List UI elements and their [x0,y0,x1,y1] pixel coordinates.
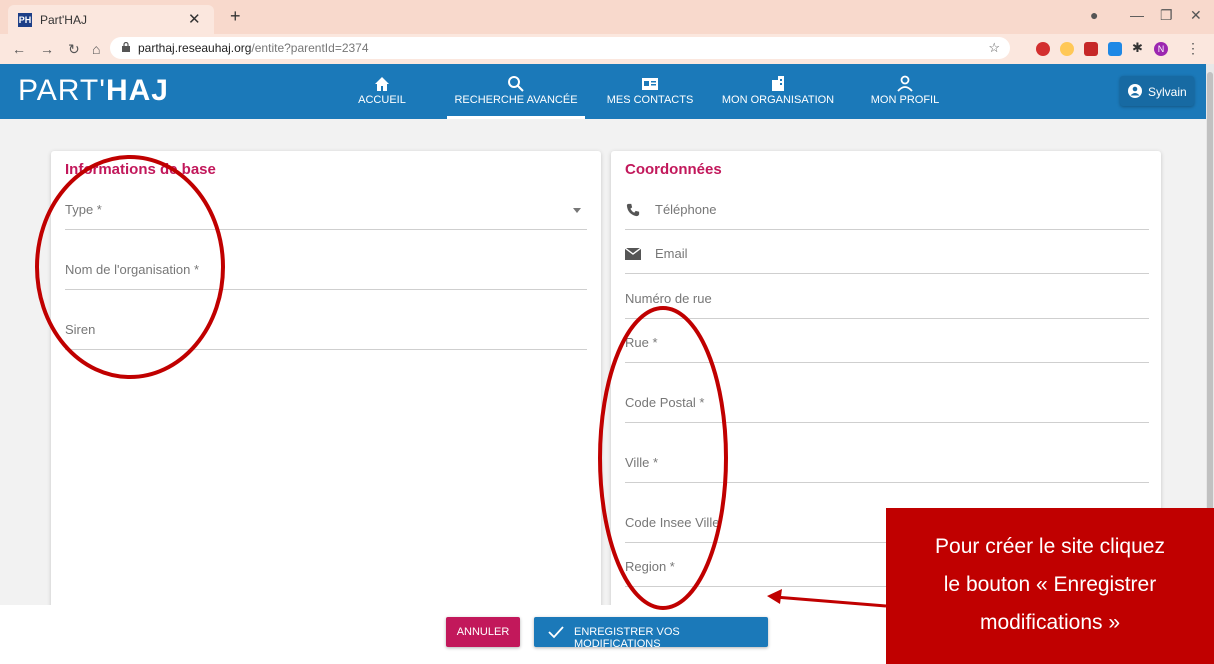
screen-extension-icon[interactable] [1108,42,1122,56]
account-dot-icon[interactable]: ● [1090,7,1098,23]
lock-icon [122,42,130,52]
phone-icon [626,203,640,217]
contact-title: Coordonnées [625,161,722,178]
nav-mon-profil[interactable]: MON PROFIL [860,70,950,119]
reload-icon[interactable]: ↻ [68,41,80,58]
browser-tab-strip: PH Part'HAJ ✕ + ● — ❐ ✕ [0,0,1214,34]
street-number-label: Numéro de rue [625,291,712,306]
nav-label: MES CONTACTS [606,94,694,106]
home-icon [375,77,389,91]
check-icon [548,626,564,639]
callout-text: Pour créer le site cliquez le bouton « E… [886,528,1214,642]
postal-code-label: Code Postal * [625,395,705,410]
city-label: Ville * [625,455,659,470]
bookmark-star-icon[interactable]: ☆ [988,40,1000,56]
siren-field[interactable]: Siren [65,291,587,350]
cancel-button[interactable]: ANNULER [446,617,520,647]
address-bar[interactable]: parthaj.reseauhaj.org/entite?parentId=23… [110,37,1010,59]
street-label: Rue * [625,335,658,350]
nav-mon-organisation[interactable]: MON ORGANISATION [718,70,838,119]
siren-label: Siren [65,322,96,337]
instruction-callout: Pour créer le site cliquez le bouton « E… [886,508,1214,664]
phone-label: Téléphone [655,202,717,217]
save-button-label: ENREGISTRER VOS MODIFICATIONS [574,626,680,650]
city-field[interactable]: Ville * [625,424,1149,483]
basic-info-card: Informations de base Type * Nom de l'org… [51,151,601,621]
organisation-name-label: Nom de l'organisation * [65,262,199,277]
account-circle-icon [1128,84,1142,98]
chevron-down-icon [573,208,581,213]
person-icon [897,75,913,92]
browser-tab[interactable]: PH Part'HAJ ✕ [8,5,214,34]
pdf-extension-icon[interactable] [1084,42,1098,56]
organisation-name-field[interactable]: Nom de l'organisation * [65,231,587,290]
user-name: Sylvain [1148,85,1187,99]
building-icon [772,76,784,91]
type-select[interactable]: Type * [65,191,587,230]
email-field[interactable]: Email [625,231,1149,274]
close-window-icon[interactable]: ✕ [1190,7,1202,24]
restore-icon[interactable]: ❐ [1160,7,1173,24]
email-icon [625,247,641,260]
contact-card-icon [642,78,658,90]
forward-icon[interactable]: → [40,41,54,57]
home-browser-icon[interactable]: ⌂ [92,41,100,57]
callout-line-1: Pour créer le site cliquez [935,535,1165,558]
region-label: Region * [625,559,675,574]
url-path: /entite?parentId=2374 [251,41,369,55]
basic-info-title: Informations de base [65,161,216,178]
callout-line-3: modifications » [979,611,1121,634]
puzzle-extension-icon[interactable]: ✱ [1132,40,1146,55]
minimize-icon[interactable]: — [1130,7,1144,23]
insee-code-label: Code Insee Ville [625,515,720,530]
site-favicon-icon: PH [18,13,32,27]
nav-label: MON PROFIL [870,94,940,106]
nav-label: ACCUEIL [358,94,406,106]
logo-text-right: HAJ [105,74,169,107]
menu-kebab-icon[interactable]: ⋮ [1186,40,1200,57]
url-domain: parthaj.reseauhaj.org [138,41,252,55]
scrollbar-thumb[interactable] [1207,72,1213,552]
browser-toolbar: ← → ↻ ⌂ parthaj.reseauhaj.org/entite?par… [0,34,1214,64]
type-label: Type * [65,202,102,217]
opera-extension-icon[interactable] [1036,42,1050,56]
street-field[interactable]: Rue * [625,320,1149,363]
back-icon[interactable]: ← [12,41,26,57]
user-menu-button[interactable]: Sylvain [1120,76,1194,106]
close-tab-icon[interactable]: ✕ [188,10,201,28]
nav-accueil[interactable]: ACCUEIL [352,70,412,119]
nav-recherche-avancee[interactable]: RECHERCHE AVANCÉE [447,70,585,119]
nav-mes-contacts[interactable]: MES CONTACTS [600,70,700,119]
nav-label: MON ORGANISATION [721,94,835,106]
save-button[interactable]: ENREGISTRER VOS MODIFICATIONS [534,617,768,650]
callout-line-2: le bouton « Enregistrer [943,573,1157,596]
app-header: PART'HAJ ACCUEIL RECHERCHE AVANCÉE MES C… [0,64,1206,119]
tab-title: Part'HAJ [40,13,87,27]
street-number-field[interactable]: Numéro de rue [625,275,1149,319]
profile-avatar[interactable]: N [1154,42,1168,56]
phone-field[interactable]: Téléphone [625,191,1149,230]
parthaj-logo[interactable]: PART'HAJ [18,74,169,108]
email-label: Email [655,246,688,261]
logo-text-left: PART' [18,74,106,107]
nav-label: RECHERCHE AVANCÉE [454,94,578,106]
url-text: parthaj.reseauhaj.org/entite?parentId=23… [138,41,369,55]
postal-code-field[interactable]: Code Postal * [625,364,1149,423]
moon-extension-icon[interactable] [1060,42,1074,56]
search-icon [508,76,524,92]
new-tab-icon[interactable]: + [230,6,241,27]
